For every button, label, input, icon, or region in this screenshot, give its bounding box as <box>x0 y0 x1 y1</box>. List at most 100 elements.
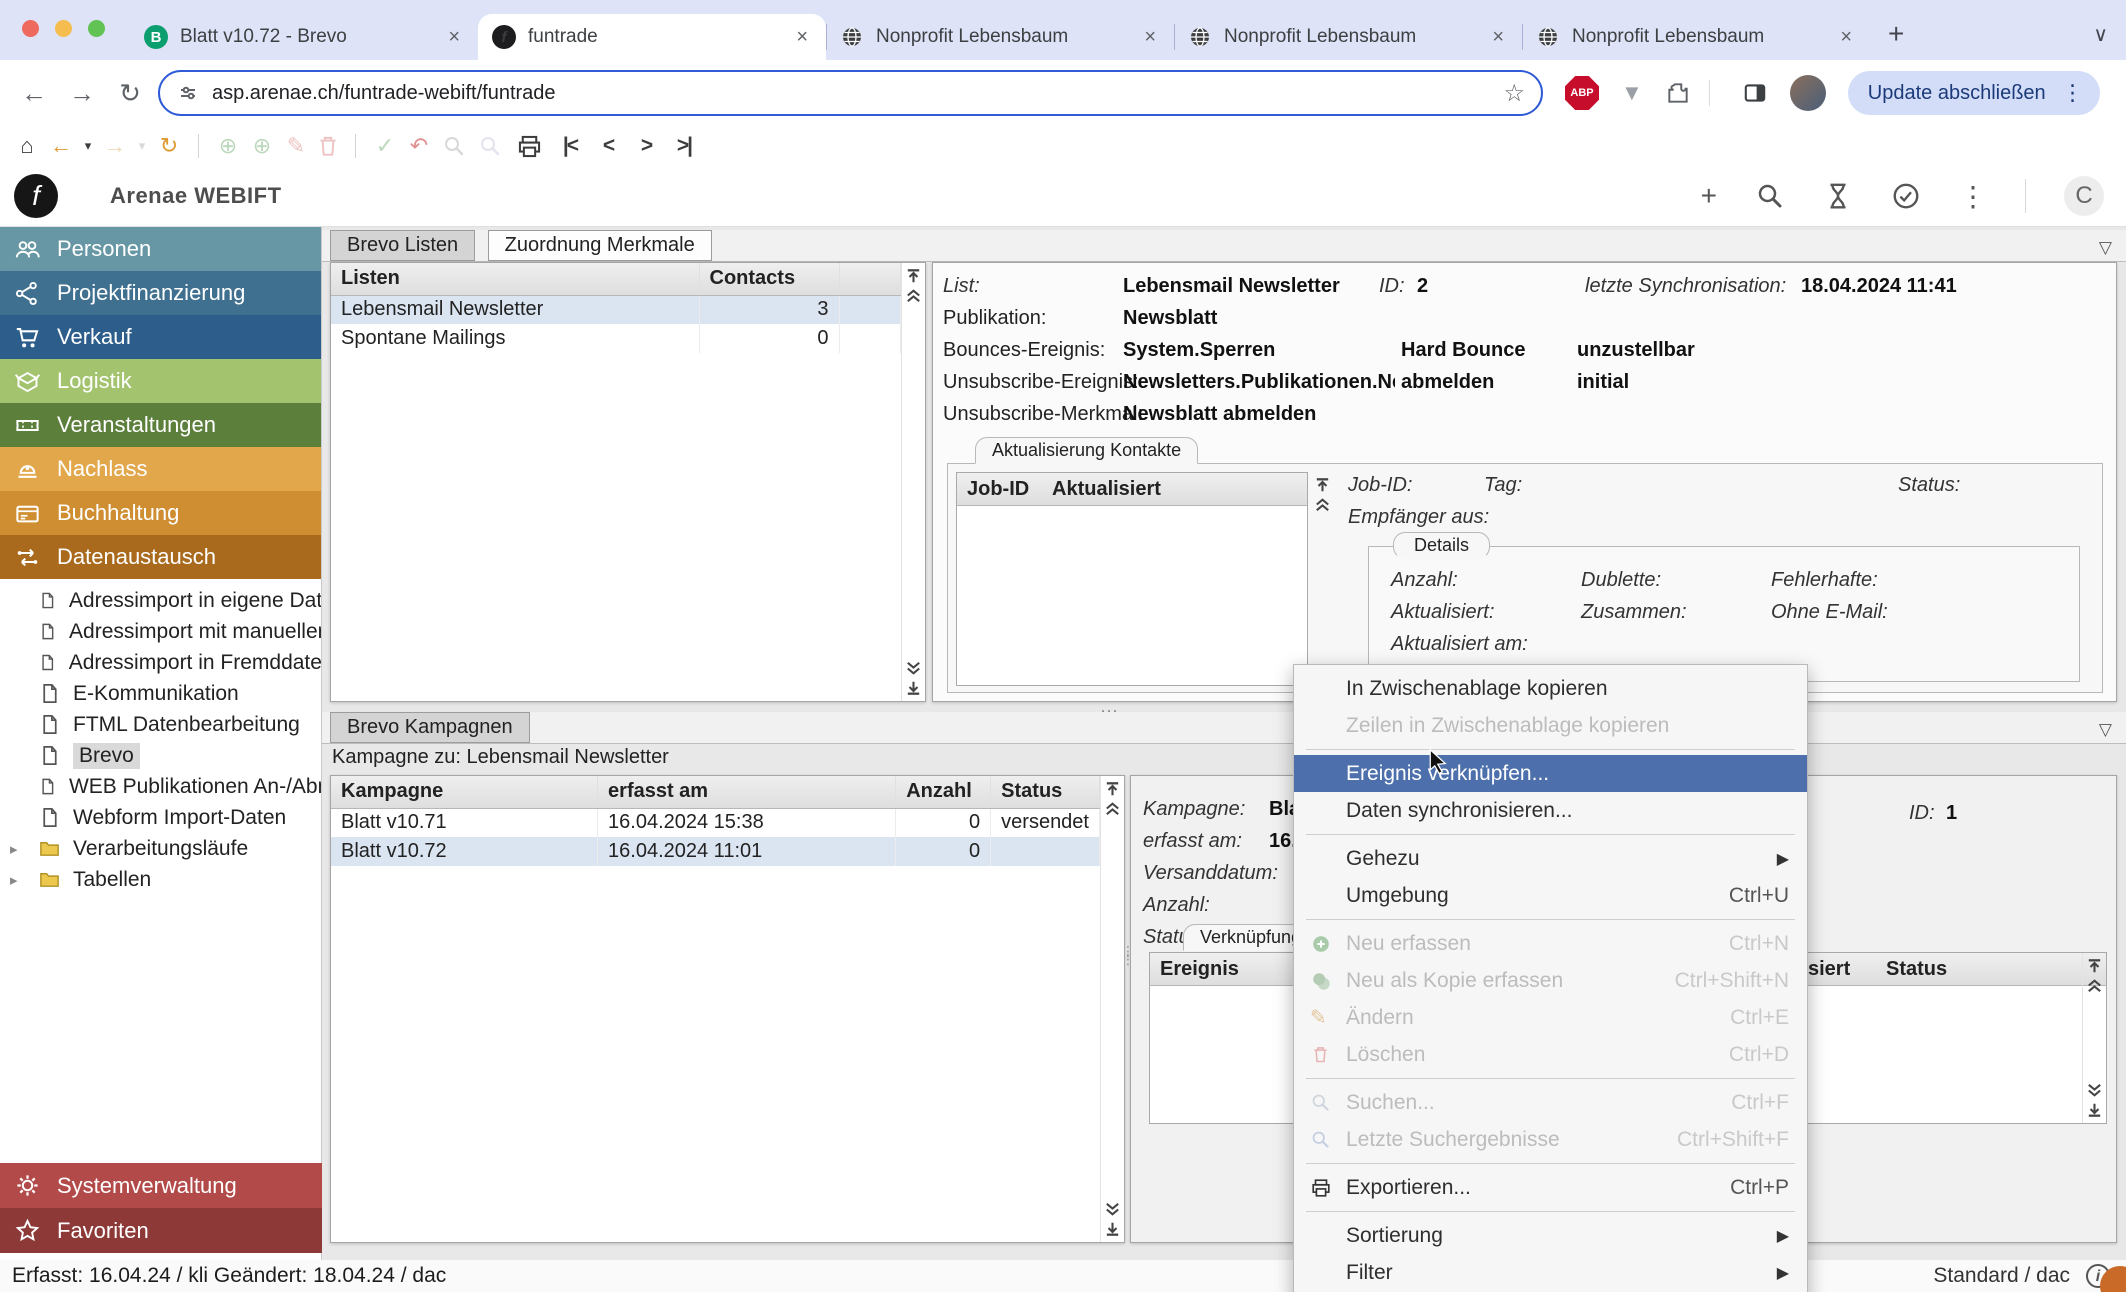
tab-search-chevron-icon[interactable]: ∨ <box>2093 22 2108 47</box>
browser-profile-avatar[interactable] <box>1790 75 1826 111</box>
browser-tab[interactable]: Nonprofit Lebensbaum × <box>1522 14 1870 60</box>
expand-triangle-icon[interactable]: ▸ <box>10 871 26 889</box>
sidebar-item-adressimport-manuell[interactable]: Adressimport mit manueller Zuor <box>0 616 321 647</box>
column-header-erfasst-am[interactable]: erfasst am <box>598 776 896 808</box>
anzahl-cell[interactable]: 0 <box>896 837 991 866</box>
close-tab-icon[interactable]: × <box>792 26 812 49</box>
sidebar-item-nachlass[interactable]: Nachlass <box>0 447 321 491</box>
add-icon[interactable]: + <box>1701 180 1717 212</box>
side-panel-icon[interactable] <box>1742 80 1768 106</box>
column-header-anzahl[interactable]: Anzahl <box>896 776 991 808</box>
kebab-icon[interactable]: ⋮ <box>1959 180 1987 213</box>
horizontal-splitter[interactable]: ⋯ <box>330 705 2118 711</box>
close-window-button[interactable] <box>22 20 39 37</box>
column-header-jobid[interactable]: Job-ID <box>957 478 1052 501</box>
tab-brevo-kampagnen[interactable]: Brevo Kampagnen <box>330 712 530 743</box>
close-tab-icon[interactable]: × <box>1488 26 1508 49</box>
erfasst-am-cell[interactable]: 16.04.2024 15:38 <box>598 808 896 837</box>
new-tab-button[interactable]: + <box>1888 18 1904 50</box>
menu-item-filter[interactable]: Filter ▶ <box>1294 1254 1807 1291</box>
scroll-top-icon[interactable] <box>2085 957 2104 976</box>
column-header-listen[interactable]: Listen <box>331 263 699 295</box>
browser-tab[interactable]: B Blatt v10.72 - Brevo × <box>130 14 478 60</box>
print-icon[interactable] <box>516 133 543 160</box>
close-tab-icon[interactable]: × <box>444 26 464 49</box>
extension-v-icon[interactable]: ▼ <box>1621 80 1643 106</box>
table-row-selected[interactable]: Blatt v10.72 16.04.2024 11:01 0 <box>331 837 1100 866</box>
sidebar-item-brevo[interactable]: Brevo <box>0 740 321 771</box>
user-avatar[interactable]: C <box>2064 176 2104 216</box>
sidebar-item-adressimport-fremd[interactable]: Adressimport in Fremddatenbank <box>0 647 321 678</box>
column-header-status[interactable]: Status <box>991 776 1100 808</box>
list-name-cell[interactable]: Spontane Mailings <box>331 324 699 353</box>
next-record-icon[interactable]: > <box>629 134 663 158</box>
erfasst-am-cell[interactable]: 16.04.2024 11:01 <box>598 837 896 866</box>
scroll-pageup-icon[interactable] <box>2085 976 2104 995</box>
list-name-cell[interactable]: Lebensmail Newsletter <box>331 295 699 324</box>
close-tab-icon[interactable]: × <box>1836 26 1856 49</box>
sidebar-item-personen[interactable]: Personen <box>0 227 321 271</box>
scroll-bottom-icon[interactable] <box>904 678 923 697</box>
browser-tab-active[interactable]: f funtrade × <box>478 14 826 60</box>
check-circle-icon[interactable] <box>1891 181 1921 211</box>
minimize-window-button[interactable] <box>55 20 72 37</box>
status-cell[interactable]: versendet <box>991 808 1100 837</box>
scroll-bottom-icon[interactable] <box>2085 1100 2104 1119</box>
sidebar-folder-verarbeitungslaeufe[interactable]: ▸ Verarbeitungsläufe <box>0 833 321 864</box>
browser-tab[interactable]: Nonprofit Lebensbaum × <box>1174 14 1522 60</box>
scroll-pagedown-icon[interactable] <box>1103 1200 1122 1219</box>
sidebar-item-buchhaltung[interactable]: Buchhaltung <box>0 491 321 535</box>
scroll-pageup-icon[interactable] <box>1313 495 1332 514</box>
bookmark-star-icon[interactable]: ☆ <box>1503 79 1525 108</box>
extensions-puzzle-icon[interactable] <box>1665 80 1691 106</box>
menu-item-exportieren[interactable]: Exportieren... Ctrl+P <box>1294 1169 1807 1206</box>
sidebar-item-ftml[interactable]: FTML Datenbearbeitung <box>0 709 321 740</box>
adblock-extension-icon[interactable]: ABP <box>1565 76 1599 110</box>
status-cell[interactable] <box>991 837 1100 866</box>
menu-item-gehezu[interactable]: Gehezu ▶ <box>1294 840 1807 877</box>
previous-record-icon[interactable]: < <box>591 134 625 158</box>
scroll-top-icon[interactable] <box>904 267 923 286</box>
aktualisierung-group-tab[interactable]: Aktualisierung Kontakte <box>975 437 1198 464</box>
sidebar-item-datenaustausch[interactable]: Datenaustausch <box>0 535 321 579</box>
tab-zuordnung-merkmale[interactable]: Zuordnung Merkmale <box>488 230 712 261</box>
sidebar-item-logistik[interactable]: Logistik <box>0 359 321 403</box>
contacts-cell[interactable]: 3 <box>699 295 839 324</box>
chrome-update-button[interactable]: Update abschließen ⋮ <box>1848 71 2100 115</box>
column-header-kampagne[interactable]: Kampagne <box>331 776 598 808</box>
column-header-ereignis[interactable]: Ereignis <box>1150 958 1249 981</box>
sidebar-item-e-kommunikation[interactable]: E-Kommunikation <box>0 678 321 709</box>
menu-item-ereignis-verknuepfen[interactable]: Ereignis verknüpfen... <box>1294 755 1807 792</box>
browser-menu-kebab-icon[interactable]: ⋮ <box>2056 80 2090 106</box>
expand-triangle-icon[interactable]: ▸ <box>10 840 26 858</box>
search-icon[interactable] <box>1755 181 1785 211</box>
zoom-window-button[interactable] <box>88 20 105 37</box>
sidebar-folder-tabellen[interactable]: ▸ Tabellen <box>0 864 321 895</box>
address-bar[interactable]: asp.arenae.ch/funtrade-webift/funtrade ☆ <box>158 70 1543 116</box>
back-dropdown-icon[interactable]: ▾ <box>80 138 96 154</box>
scroll-pageup-icon[interactable] <box>904 286 923 305</box>
scroll-top-icon[interactable] <box>1103 780 1122 799</box>
sidebar-item-veranstaltungen[interactable]: Veranstaltungen <box>0 403 321 447</box>
app-reload-icon[interactable]: ↻ <box>154 133 184 159</box>
scroll-pagedown-icon[interactable] <box>2085 1081 2104 1100</box>
sidebar-item-systemverwaltung[interactable]: Systemverwaltung <box>0 1163 322 1208</box>
hourglass-icon[interactable] <box>1823 181 1853 211</box>
tab-brevo-listen[interactable]: Brevo Listen <box>330 230 475 261</box>
sidebar-item-webform[interactable]: Webform Import-Daten <box>0 802 321 833</box>
column-header-aktualisiert-cut[interactable]: siert <box>1796 958 1886 981</box>
url-text[interactable]: asp.arenae.ch/funtrade-webift/funtrade <box>212 82 1491 105</box>
column-header-status[interactable]: Status <box>1886 958 1947 981</box>
column-header-contacts[interactable]: Contacts <box>699 263 839 295</box>
browser-tab[interactable]: Nonprofit Lebensbaum × <box>826 14 1174 60</box>
kampagne-cell[interactable]: Blatt v10.72 <box>331 837 598 866</box>
menu-item-daten-synchronisieren[interactable]: Daten synchronisieren... <box>1294 792 1807 829</box>
home-icon[interactable]: ⌂ <box>12 133 42 159</box>
scroll-bottom-icon[interactable] <box>1103 1219 1122 1238</box>
details-group-tab[interactable]: Details <box>1393 532 1490 559</box>
back-icon[interactable]: ← <box>14 78 54 109</box>
panel-menu-chevron-icon[interactable]: ▽ <box>2099 238 2112 258</box>
undo-icon[interactable]: ↶ <box>404 133 434 159</box>
sidebar-item-adressimport-eigene[interactable]: Adressimport in eigene Datenbar <box>0 585 321 616</box>
contacts-cell[interactable]: 0 <box>699 324 839 353</box>
